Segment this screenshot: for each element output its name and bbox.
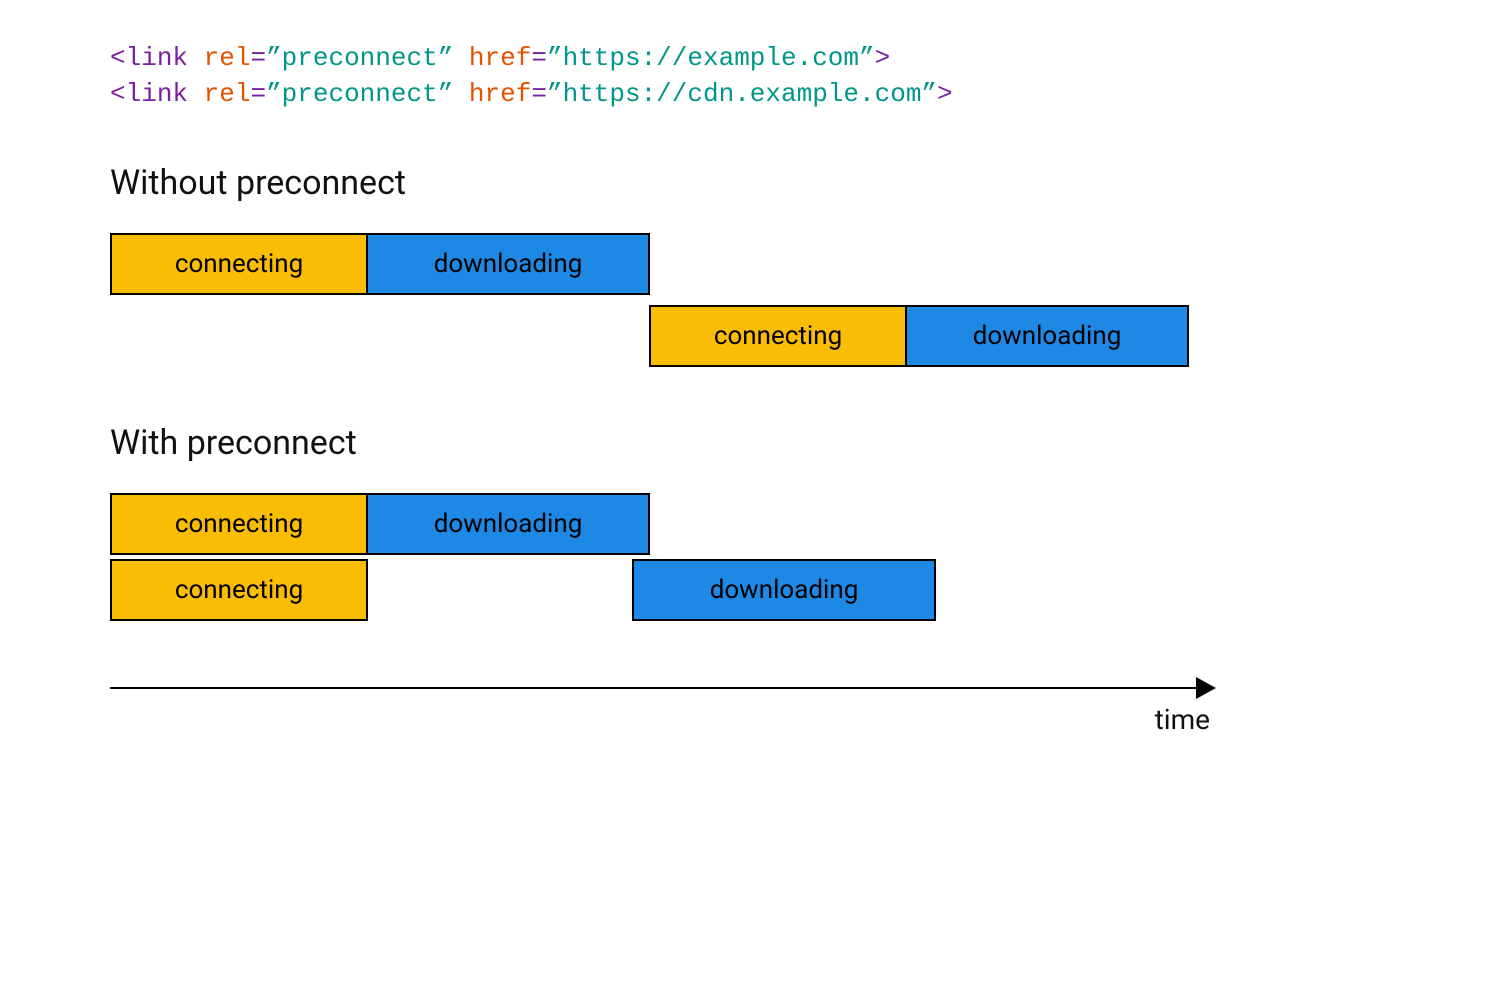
code-attr-name: rel: [204, 79, 251, 109]
code-attr-val: preconnect: [282, 79, 438, 109]
code-bracket: <: [110, 43, 126, 73]
code-bracket: >: [937, 79, 953, 109]
time-axis: time: [110, 673, 1210, 733]
section-title-without: Without preconnect: [110, 163, 1378, 203]
code-attr-val: preconnect: [282, 43, 438, 73]
bar-downloading: downloading: [632, 559, 936, 621]
code-bracket: <: [110, 79, 126, 109]
section-title-with: With preconnect: [110, 423, 1378, 463]
code-bracket: >: [875, 43, 891, 73]
code-tag: link: [126, 79, 188, 109]
bar-connecting: connecting: [110, 493, 368, 555]
code-tag: link: [126, 43, 188, 73]
bar-connecting: connecting: [649, 305, 907, 367]
code-snippet: <link rel=”preconnect” href=”https://exa…: [110, 40, 1378, 113]
code-attr-val: https://cdn.example.com: [563, 79, 922, 109]
arrow-right-icon: [1196, 677, 1216, 699]
axis-line: [110, 687, 1200, 689]
axis-label: time: [1155, 703, 1210, 736]
bar-downloading: downloading: [366, 493, 650, 555]
timeline-with: connecting downloading connecting downlo…: [110, 493, 1210, 633]
bar-connecting: connecting: [110, 559, 368, 621]
bar-downloading: downloading: [905, 305, 1189, 367]
bar-connecting: connecting: [110, 233, 368, 295]
code-line-2: <link rel=”preconnect” href=”https://cdn…: [110, 76, 1378, 112]
code-attr-name: rel: [204, 43, 251, 73]
timeline-without: connecting downloading connecting downlo…: [110, 233, 1210, 383]
code-attr-name: href: [469, 43, 531, 73]
bar-downloading: downloading: [366, 233, 650, 295]
code-line-1: <link rel=”preconnect” href=”https://exa…: [110, 40, 1378, 76]
code-attr-val: https://example.com: [563, 43, 859, 73]
code-attr-name: href: [469, 79, 531, 109]
